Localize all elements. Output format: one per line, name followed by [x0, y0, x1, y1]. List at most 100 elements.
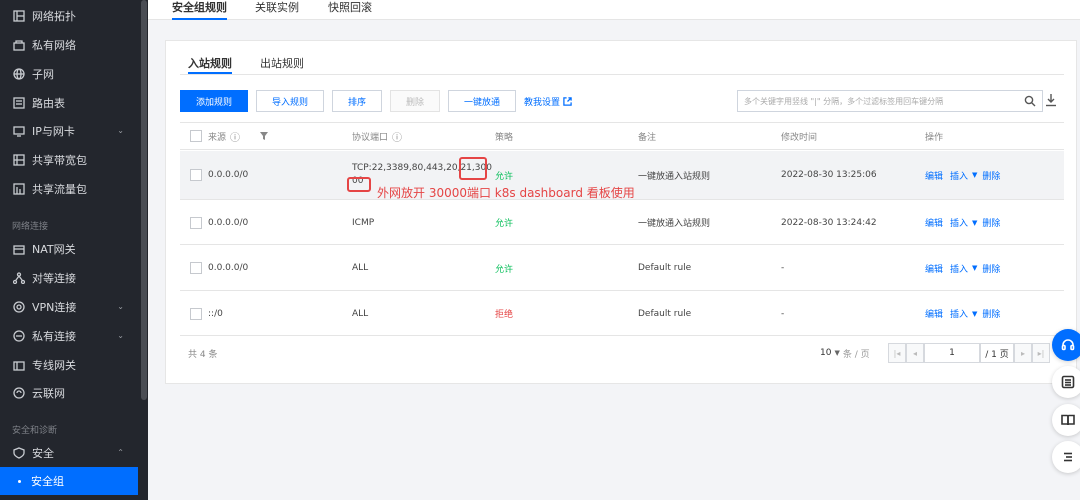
row-port: ICMP	[352, 217, 375, 228]
traffic-icon	[12, 182, 26, 196]
delete-link[interactable]: 删除	[982, 262, 1000, 275]
edit-link[interactable]: 编辑	[925, 307, 943, 320]
filter-icon[interactable]	[260, 123, 268, 149]
sidebar-item-bandwidth[interactable]: 共享带宽包	[0, 145, 138, 174]
last-page-button[interactable]: ▸|	[1032, 343, 1050, 363]
sidebar-item-route-table[interactable]: 路由表	[0, 88, 138, 117]
insert-link[interactable]: 插入	[950, 216, 968, 229]
sidebar-item-vpc[interactable]: 私有网络	[0, 30, 138, 59]
highlight-box-port-cont	[347, 177, 371, 192]
globe-icon	[12, 67, 26, 81]
select-all-checkbox[interactable]	[190, 130, 202, 142]
row-source: 0.0.0.0/0	[208, 170, 249, 180]
caret-down-icon[interactable]: ▼	[972, 171, 977, 179]
sidebar-item-label: VPN连接	[32, 300, 77, 314]
row-time: 2022-08-30 13:25:06	[781, 170, 877, 180]
tab-associated-instances[interactable]: 关联实例	[255, 0, 299, 20]
sidebar-item-ip-nic[interactable]: IP与网卡 ⌄	[0, 116, 138, 145]
row-ops: 编辑 插入 ▼ 删除	[925, 292, 1000, 335]
sidebar-item-dc-gateway[interactable]: 专线网关	[0, 350, 138, 379]
sidebar: 网络拓扑 私有网络 子网 路由表 IP与网卡 ⌄ 共享带宽包 共享流量包 网络连…	[0, 0, 148, 500]
tab-security-group-rules[interactable]: 安全组规则	[172, 0, 227, 20]
sidebar-item-private-link[interactable]: 私有连接 ⌄	[0, 321, 138, 350]
info-icon[interactable]: ⓘ	[392, 129, 402, 144]
page-size-select[interactable]: 10 ▼ 条 / 页	[820, 343, 870, 363]
header-port-label: 协议端口	[352, 132, 389, 143]
sidebar-item-security[interactable]: 安全 ⌃	[0, 438, 138, 467]
ccn-icon	[12, 386, 26, 400]
sidebar-scrollbar[interactable]	[141, 0, 147, 400]
nat-gateway-icon	[12, 242, 26, 256]
sidebar-item-subnet[interactable]: 子网	[0, 59, 138, 88]
download-icon[interactable]	[1045, 93, 1057, 107]
delete-link[interactable]: 删除	[982, 307, 1000, 320]
row-checkbox[interactable]	[190, 217, 202, 229]
caret-down-icon: ▼	[834, 349, 840, 357]
tab-inbound-rules[interactable]: 入站规则	[188, 55, 232, 74]
header-port: 协议端口 ⓘ	[352, 123, 402, 149]
edit-link[interactable]: 编辑	[925, 262, 943, 275]
tab-divider	[180, 74, 1064, 75]
shield-icon	[12, 446, 26, 460]
caret-down-icon[interactable]: ▼	[972, 264, 977, 272]
settings-list-button[interactable]	[1052, 441, 1080, 473]
table-header: 来源 ⓘ 协议端口 ⓘ 策略 备注 修改时间 操作	[180, 122, 1064, 150]
total-count: 共 4 条	[188, 350, 218, 360]
prev-page-button[interactable]: ◂	[906, 343, 924, 363]
support-headset-button[interactable]	[1052, 329, 1080, 361]
sidebar-item-label: 专线网关	[32, 358, 76, 372]
next-page-button[interactable]: ▸	[1014, 343, 1032, 363]
sort-button[interactable]: 排序	[332, 90, 382, 112]
search-placeholder: 多个关键字用竖线 "|" 分隔，多个过滤标签用回车键分隔	[744, 96, 944, 106]
row-policy: 允许	[495, 219, 514, 229]
list-icon	[1061, 375, 1075, 389]
tab-snapshot-rollback[interactable]: 快照回滚	[328, 0, 372, 20]
edit-link[interactable]: 编辑	[925, 216, 943, 229]
insert-link[interactable]: 插入	[950, 262, 968, 275]
sidebar-item-peering[interactable]: 对等连接	[0, 263, 138, 292]
delete-button[interactable]: 删除	[390, 90, 440, 112]
caret-down-icon[interactable]: ▼	[972, 310, 977, 318]
book-icon	[1061, 414, 1075, 426]
sidebar-item-label: 共享流量包	[32, 182, 87, 196]
highlight-box-port	[459, 157, 487, 180]
section-label-security: 安全和诊断	[12, 426, 58, 436]
search-input[interactable]: 多个关键字用竖线 "|" 分隔，多个过滤标签用回车键分隔	[737, 90, 1043, 112]
info-icon[interactable]: ⓘ	[230, 129, 240, 144]
table-row: 0.0.0.0/0 ICMP 允许 一键放通入站规则 2022-08-30 13…	[180, 201, 1064, 245]
sidebar-item-topology[interactable]: 网络拓扑	[0, 1, 138, 30]
search-icon[interactable]	[1024, 95, 1036, 107]
row-checkbox[interactable]	[190, 308, 202, 320]
insert-link[interactable]: 插入	[950, 307, 968, 320]
page-input[interactable]: 1	[924, 343, 980, 363]
import-rule-button[interactable]: 导入规则	[256, 90, 324, 112]
sidebar-item-nat[interactable]: NAT网关	[0, 234, 138, 263]
sidebar-item-vpn[interactable]: VPN连接 ⌄	[0, 292, 138, 321]
first-page-button[interactable]: |◂	[888, 343, 906, 363]
insert-link[interactable]: 插入	[950, 169, 968, 182]
teach-me-link[interactable]: 教我设置	[524, 90, 572, 112]
vpn-icon	[12, 300, 26, 314]
doc-list-button[interactable]	[1052, 366, 1080, 398]
chevron-down-icon: ⌄	[117, 126, 124, 135]
annotation-note: 外网放开 30000端口 k8s dashboard 看板使用	[377, 186, 635, 200]
one-click-allow-button[interactable]: 一键放通	[448, 90, 516, 112]
sidebar-item-label: 网络拓扑	[32, 9, 76, 23]
edit-link[interactable]: 编辑	[925, 169, 943, 182]
vpc-icon	[12, 38, 26, 52]
sidebar-item-security-group[interactable]: 安全组	[0, 467, 138, 495]
tab-outbound-rules[interactable]: 出站规则	[260, 55, 304, 74]
caret-down-icon[interactable]: ▼	[972, 219, 977, 227]
chevron-down-icon: ⌄	[117, 302, 124, 311]
sidebar-item-ccn[interactable]: 云联网	[0, 378, 138, 407]
row-checkbox[interactable]	[190, 262, 202, 274]
sidebar-item-traffic[interactable]: 共享流量包	[0, 174, 138, 203]
docs-book-button[interactable]	[1052, 404, 1080, 436]
section-label-network-connection: 网络连接	[12, 222, 49, 232]
row-checkbox[interactable]	[190, 169, 202, 181]
delete-link[interactable]: 删除	[982, 216, 1000, 229]
add-rule-button[interactable]: 添加规则	[180, 90, 248, 112]
ip-nic-icon	[12, 124, 26, 138]
delete-link[interactable]: 删除	[982, 169, 1000, 182]
header-source-label: 来源	[208, 132, 227, 143]
